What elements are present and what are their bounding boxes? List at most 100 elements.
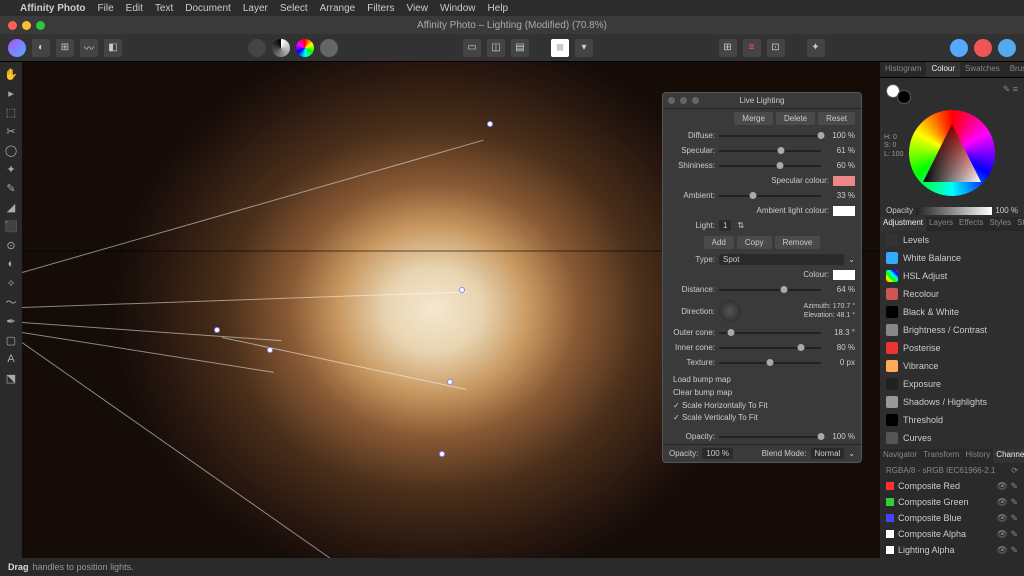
tab-brushes[interactable]: Brushes bbox=[1005, 62, 1024, 77]
persona-export-icon[interactable]: ◧ bbox=[104, 39, 122, 57]
hand-tool-icon[interactable]: ✋ bbox=[3, 66, 19, 82]
adjust-levels-icon[interactable] bbox=[272, 39, 290, 57]
crop-tool-icon[interactable]: ✂ bbox=[3, 123, 19, 139]
visibility-icon[interactable]: 👁 ✎ bbox=[997, 529, 1018, 540]
light-handle[interactable] bbox=[214, 327, 220, 333]
assistant-icon[interactable]: ✦ bbox=[807, 39, 825, 57]
texture-slider[interactable] bbox=[719, 362, 821, 364]
brush-tool-icon[interactable]: ✎ bbox=[3, 180, 19, 196]
tab-colour[interactable]: Colour bbox=[926, 62, 960, 77]
tab-channels[interactable]: Channels bbox=[993, 449, 1024, 463]
footer-opacity-value[interactable]: 100 % bbox=[702, 448, 733, 459]
adjustment-item[interactable]: Vibrance bbox=[880, 357, 1024, 375]
live-lighting-dialog[interactable]: Live Lighting Merge Delete Reset Diffuse… bbox=[662, 92, 862, 463]
persona-develop-icon[interactable]: ⊞ bbox=[56, 39, 74, 57]
scale-v-checkbox[interactable]: ✓ Scale Vertically To Fit bbox=[673, 412, 851, 425]
tab-adjustment[interactable]: Adjustment bbox=[880, 217, 926, 231]
ambient-slider[interactable] bbox=[719, 195, 821, 197]
menu-text[interactable]: Text bbox=[155, 3, 173, 14]
arrange-snap-icon[interactable]: ⊡ bbox=[767, 39, 785, 57]
menu-view[interactable]: View bbox=[406, 3, 428, 14]
tab-histogram[interactable]: Histogram bbox=[880, 62, 926, 77]
add-light-button[interactable]: Add bbox=[704, 236, 734, 249]
menu-edit[interactable]: Edit bbox=[126, 3, 143, 14]
adjustment-item[interactable]: Levels bbox=[880, 231, 1024, 249]
adjustment-item[interactable]: HSL Adjust bbox=[880, 267, 1024, 285]
merge-button[interactable]: Merge bbox=[734, 112, 773, 125]
menu-layer[interactable]: Layer bbox=[243, 3, 268, 14]
arrange-align-icon[interactable]: ≡ bbox=[743, 39, 761, 57]
channel-item[interactable]: Composite Alpha👁 ✎ bbox=[880, 526, 1024, 542]
smudge-tool-icon[interactable]: 〜 bbox=[3, 294, 19, 310]
shininess-slider[interactable] bbox=[719, 165, 821, 167]
tab-swatches[interactable]: Swatches bbox=[960, 62, 1005, 77]
tab-history[interactable]: History bbox=[962, 449, 993, 463]
eyedropper-icon[interactable]: ✎ ≡ bbox=[1003, 84, 1018, 104]
specular-slider[interactable] bbox=[719, 150, 821, 152]
menu-window[interactable]: Window bbox=[440, 3, 476, 14]
adjustment-item[interactable]: Recolour bbox=[880, 285, 1024, 303]
traffic-lights[interactable] bbox=[0, 21, 45, 30]
dialog-traffic[interactable] bbox=[663, 97, 699, 104]
adjustment-item[interactable]: Brightness / Contrast bbox=[880, 321, 1024, 339]
light-handle[interactable] bbox=[447, 379, 453, 385]
delete-button[interactable]: Delete bbox=[776, 112, 815, 125]
light-handle[interactable] bbox=[459, 287, 465, 293]
tab-transform[interactable]: Transform bbox=[920, 449, 962, 463]
channel-item[interactable]: Composite Green👁 ✎ bbox=[880, 494, 1024, 510]
refine-icon[interactable]: ▾ bbox=[575, 39, 593, 57]
adjustment-item[interactable]: Posterise bbox=[880, 339, 1024, 357]
inner-cone-slider[interactable] bbox=[719, 347, 821, 349]
light-handle[interactable] bbox=[487, 121, 493, 127]
visibility-icon[interactable]: 👁 ✎ bbox=[997, 513, 1018, 524]
persona-photo-icon[interactable] bbox=[8, 39, 26, 57]
chevron-down-icon[interactable]: ⌄ bbox=[848, 255, 855, 264]
stepper-icon[interactable]: ⇅ bbox=[737, 221, 744, 230]
erase-tool-icon[interactable]: ⬛ bbox=[3, 218, 19, 234]
adjustment-item[interactable]: Exposure bbox=[880, 375, 1024, 393]
menu-arrange[interactable]: Arrange bbox=[320, 3, 356, 14]
remove-light-button[interactable]: Remove bbox=[775, 236, 821, 249]
adjustment-item[interactable]: Curves bbox=[880, 429, 1024, 447]
adjustment-item[interactable]: Threshold bbox=[880, 411, 1024, 429]
outer-cone-slider[interactable] bbox=[719, 332, 821, 334]
selection-add-icon[interactable]: ◫ bbox=[487, 39, 505, 57]
reset-icon[interactable]: ⟳ bbox=[1011, 466, 1018, 475]
selection-sub-icon[interactable]: ▤ bbox=[511, 39, 529, 57]
adjustment-item[interactable]: Shadows / Highlights bbox=[880, 393, 1024, 411]
colour-picker-icon[interactable]: ⬚ bbox=[3, 104, 19, 120]
text-tool-icon[interactable]: A bbox=[3, 351, 19, 367]
menu-select[interactable]: Select bbox=[280, 3, 308, 14]
selection-new-icon[interactable]: ▭ bbox=[463, 39, 481, 57]
channel-item[interactable]: Composite Blue👁 ✎ bbox=[880, 510, 1024, 526]
menu-help[interactable]: Help bbox=[488, 3, 509, 14]
app-name[interactable]: Affinity Photo bbox=[20, 3, 86, 14]
arrange-grid-icon[interactable]: ⊞ bbox=[719, 39, 737, 57]
fill-tool-icon[interactable]: ◢ bbox=[3, 199, 19, 215]
bg-swatch[interactable] bbox=[897, 90, 911, 104]
direction-dial[interactable] bbox=[719, 300, 741, 322]
adjust-hsl-icon[interactable] bbox=[296, 39, 314, 57]
move-tool-icon[interactable]: ▸ bbox=[3, 85, 19, 101]
tab-stock[interactable]: Stock bbox=[1014, 217, 1024, 231]
diffuse-slider[interactable] bbox=[719, 135, 821, 137]
reset-button[interactable]: Reset bbox=[818, 112, 855, 125]
light-number[interactable]: 1 bbox=[719, 220, 731, 231]
opacity-slider[interactable] bbox=[916, 207, 992, 215]
distance-slider[interactable] bbox=[719, 289, 821, 291]
ambient-colour-swatch[interactable] bbox=[833, 206, 855, 216]
tab-navigator[interactable]: Navigator bbox=[880, 449, 920, 463]
flood-select-icon[interactable]: ✦ bbox=[3, 161, 19, 177]
light-handle[interactable] bbox=[267, 347, 273, 353]
channel-item[interactable]: Lighting Alpha👁 ✎ bbox=[880, 542, 1024, 558]
clear-bump-button[interactable]: Clear bump map bbox=[673, 387, 851, 400]
specular-colour-swatch[interactable] bbox=[833, 176, 855, 186]
type-select[interactable]: Spot bbox=[719, 254, 844, 265]
tab-layers[interactable]: Layers bbox=[926, 217, 956, 231]
adjust-auto-icon[interactable] bbox=[248, 39, 266, 57]
persona-liquify-icon[interactable]: ◐ bbox=[32, 39, 50, 57]
pen-tool-icon[interactable]: ✒ bbox=[3, 313, 19, 329]
menu-file[interactable]: File bbox=[98, 3, 114, 14]
tab-effects[interactable]: Effects bbox=[956, 217, 986, 231]
selection-brush-icon[interactable]: ◯ bbox=[3, 142, 19, 158]
